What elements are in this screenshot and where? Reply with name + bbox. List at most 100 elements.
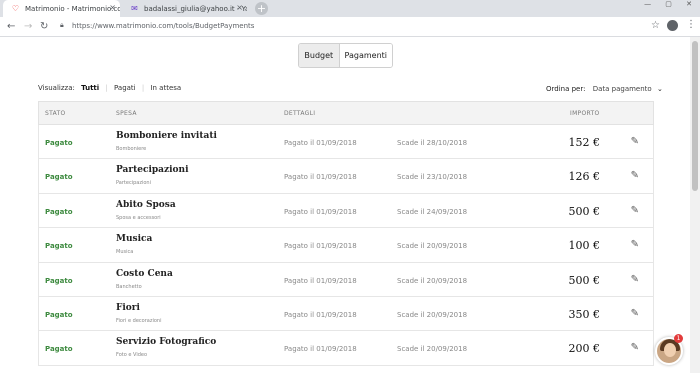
filter-paid[interactable]: Pagati [114,84,136,92]
expense-name[interactable]: Abito Sposa [116,200,176,210]
status-label: Pagato [45,345,73,354]
paid-date: Pagato il 01/09/2018 [284,139,357,147]
amount: 350 € [568,307,601,321]
table-header: STATO SPESA DETTAGLI IMPORTO [38,101,654,125]
pencil-icon[interactable]: ✎ [631,239,639,250]
due-date: Scade il 20/09/2018 [397,276,468,285]
amount: 152 € [568,136,601,149]
status-label: Pagato [45,242,73,251]
payments-table: STATO SPESA DETTAGLI IMPORTO Pagato Bombo… [38,101,654,366]
url-text[interactable]: https://www.matrimonio.com/tools/BudgetP… [72,22,254,30]
table-row[interactable]: Pagato Servizio Fotografico Foto e Video Pa… [38,331,654,366]
scrollbar-thumb[interactable] [692,41,698,191]
tab-matrimonio[interactable]: ♡ Matrimonio - Matrimonio.com × [3,0,120,17]
expense-category: Bomboniere [116,146,147,152]
table-row[interactable]: Pagato Costo Cena Banchetto Pagato il 01/09… [38,262,654,297]
expense-category: Fiori e decorazioni [116,317,162,324]
close-tab-icon[interactable]: × [236,3,243,12]
avatar-face [664,343,676,357]
paid-date: Pagato il 01/09/2018 [284,345,357,354]
pencil-icon[interactable]: ✎ [631,170,639,181]
expense-name[interactable]: Costo Cena [116,269,173,279]
pencil-icon[interactable]: ✎ [631,308,639,319]
due-date: Scade il 23/10/2018 [397,173,468,182]
header-expense: SPESA [116,110,137,117]
expense-category: Foto e Video [116,352,148,359]
kebab-menu-icon[interactable]: ⋮ [686,19,696,30]
expense-name[interactable]: Servizio Fotografico [116,337,216,347]
table-row[interactable]: Pagato Fiori Fiori e decorazioni Pagato il … [38,296,654,332]
amount: 200 € [568,342,601,356]
view-filters: Visualizza: Tutti | Pagati | In attesa [38,84,185,92]
sort-label: Ordina per: [546,85,586,93]
status-label: Pagato [45,276,73,285]
profile-avatar-icon[interactable] [667,20,678,31]
sort-control[interactable]: Ordina per: Data pagamento ⌄ [546,85,663,93]
filter-label: Visualizza: [38,84,75,92]
due-date: Scade il 20/09/2018 [397,345,468,354]
expense-name[interactable]: Partecipazioni [116,165,189,175]
expense-name[interactable]: Musica [116,234,152,244]
amount: 500 € [568,273,601,287]
table-row[interactable]: Pagato Abito Sposa Sposa e accessori Pagato… [38,193,654,229]
window-controls[interactable]: — ▢ ✕ [644,0,698,8]
expense-category: Banchetto [116,283,142,290]
due-date: Scade il 20/09/2018 [397,242,468,251]
budget-payments-switch: Budget Pagamenti [298,43,393,68]
amount: 100 € [568,239,601,253]
table-row[interactable]: Pagato Bomboniere invitati Bomboniere Pagat… [38,125,654,160]
reload-icon[interactable]: ↻ [40,20,48,33]
filter-pending[interactable]: In attesa [150,84,181,92]
pencil-icon[interactable]: ✎ [631,274,639,285]
status-label: Pagato [45,173,73,182]
amount: 126 € [568,170,601,184]
expense-category: Partecipazioni [116,180,151,187]
header-details: DETTAGLI [284,110,316,117]
header-status: STATO [45,110,66,117]
expense-category: Musica [116,249,134,256]
expense-category: Sposa e accessori [116,214,161,221]
tab-strip: ♡ Matrimonio - Matrimonio.com × ✉ badala… [0,0,700,17]
table-row[interactable]: Pagato Partecipazioni Partecipazioni Pagato… [38,159,654,194]
paid-date: Pagato il 01/09/2018 [284,173,357,182]
filter-all[interactable]: Tutti [81,84,99,92]
pencil-icon[interactable]: ✎ [631,205,639,216]
divider: | [141,84,145,92]
amount: 500 € [568,204,601,218]
heart-icon: ♡ [11,4,20,13]
status-label: Pagato [45,310,73,319]
due-date: Scade il 20/09/2018 [397,310,468,319]
paid-date: Pagato il 01/09/2018 [284,310,357,319]
tab-title: Matrimonio - Matrimonio.com [25,5,120,13]
new-tab-button[interactable]: + [255,2,268,15]
paid-date: Pagato il 01/09/2018 [284,276,357,285]
status-label: Pagato [45,207,73,216]
lock-icon: 🔒︎ [60,21,64,29]
payments-tab[interactable]: Pagamenti [339,44,392,67]
budget-tab[interactable]: Budget [299,44,340,67]
status-label: Pagato [45,139,73,147]
expense-name[interactable]: Bomboniere invitati [116,131,217,141]
star-icon[interactable]: ☆ [651,20,660,31]
sort-value[interactable]: Data pagamento [593,85,652,93]
back-arrow-icon[interactable]: ← [7,20,15,33]
forward-arrow-icon[interactable]: → [24,20,32,33]
tab-title: badalassi_giulia@yahoo.it - Yaho [144,5,247,13]
pencil-icon[interactable]: ✎ [631,136,639,147]
address-bar[interactable]: 🔒︎ https://www.matrimonio.com/tools/Budg… [56,19,662,35]
header-amount: IMPORTO [570,110,600,117]
page-scrollbar[interactable] [690,37,700,373]
table-body: Pagato Bomboniere invitati Bomboniere Pagat… [38,125,654,366]
paid-date: Pagato il 01/09/2018 [284,207,357,216]
paid-date: Pagato il 01/09/2018 [284,242,357,251]
tab-yahoo[interactable]: ✉ badalassi_giulia@yahoo.it - Yaho × [122,0,247,17]
chevron-down-icon[interactable]: ⌄ [657,85,663,93]
divider: | [105,84,108,92]
pencil-icon[interactable]: ✎ [631,342,639,353]
expense-name[interactable]: Fiori [116,303,140,313]
due-date: Scade il 28/10/2018 [397,139,468,147]
browser-toolbar: ← → ↻ 🔒︎ https://www.matrimonio.com/tool… [0,17,700,37]
table-row[interactable]: Pagato Musica Musica Pagato il 01/09/2018 Sc… [38,228,654,263]
due-date: Scade il 24/09/2018 [397,207,468,216]
close-tab-icon[interactable]: × [109,3,116,12]
